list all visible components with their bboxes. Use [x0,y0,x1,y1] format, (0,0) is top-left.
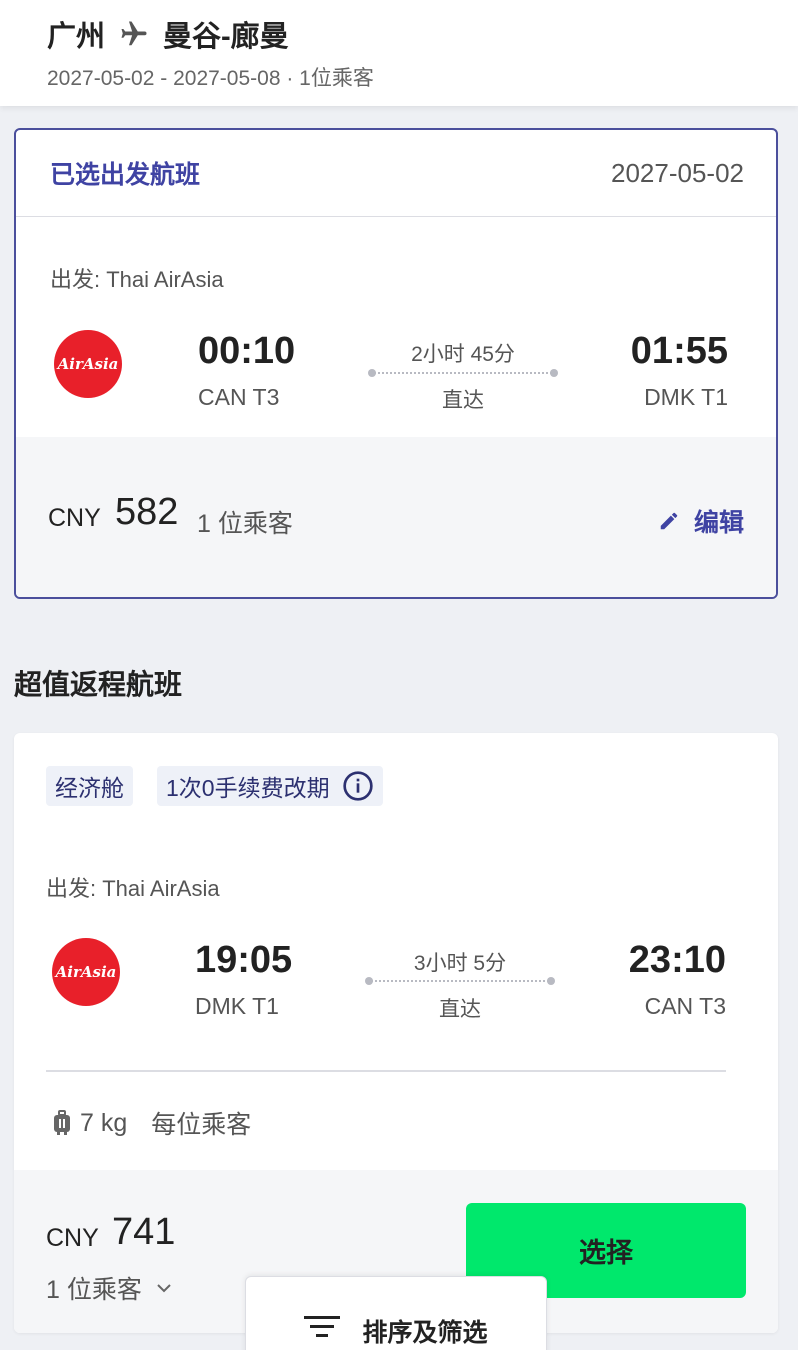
route-dot-end [547,977,555,985]
stops-label: 直达 [439,998,481,1021]
arrive-terminal: CAN T3 [644,993,726,1019]
carrier-label: 出发: Thai AirAsia [46,876,220,901]
depart-terminal: CAN T3 [198,384,280,410]
airasia-logo: AirAsia [52,938,120,1006]
selected-departure-card: 已选出发航班 2027-05-02 出发: Thai AirAsia AirAs… [14,128,778,599]
baggage-note: 每位乘客 [151,1111,252,1139]
sort-filter-label: 排序及筛选 [362,1319,488,1347]
arrive-time: 01:55 [630,330,728,372]
route-line [374,372,556,374]
section-title: 超值返程航班 [14,669,183,700]
price-amount: 582 [115,491,179,533]
page-header: 广州 曼谷-廊曼 2027-05-02 - 2027-05-08 · 1位乘客 [0,0,798,106]
airasia-logo: AirAsia [54,330,122,398]
edit-button[interactable]: 编辑 [658,503,744,539]
change-policy-tag[interactable]: 1次0手续费改期 [157,766,383,806]
trip-summary: 2027-05-02 - 2027-05-08 · 1位乘客 [47,67,374,90]
cabin-tag: 经济舱 [46,766,133,806]
stops-label: 直达 [442,389,484,412]
arrive-terminal: DMK T1 [644,384,728,410]
currency-label: CNY [46,1224,99,1252]
route-line [371,980,553,982]
pencil-icon [660,512,678,530]
airplane-icon [121,21,147,46]
flight-duration: 3小时 5分 [413,952,507,975]
destination-city: 曼谷-廊曼 [163,21,289,53]
selected-card-header: 已选出发航班 2027-05-02 [16,130,776,217]
depart-time: 00:10 [198,330,296,372]
currency-label: CNY [48,504,101,532]
selected-card-title: 已选出发航班 [50,161,201,189]
luggage-icon [54,1110,70,1135]
origin-city: 广州 [47,21,106,53]
passenger-selector[interactable]: 1 位乘客 [46,1270,172,1306]
depart-time: 19:05 [195,939,293,981]
edit-label: 编辑 [693,509,744,537]
route-title: 广州 曼谷-廊曼 [47,16,798,53]
selected-price-area: CNY 582 1 位乘客 编辑 [16,437,776,597]
filter-icon [304,1316,341,1337]
baggage-weight: 7 kg [80,1108,128,1137]
info-icon[interactable] [342,770,374,802]
price-amount: 741 [112,1211,176,1253]
selected-card-date: 2027-05-02 [611,157,744,188]
change-policy-label: 1次0手续费改期 [166,775,330,801]
route-dot-end [550,369,558,377]
return-flight-card[interactable]: 经济舱 1次0手续费改期 出发: Thai AirAsia AirAsia 19… [14,733,778,1333]
divider [46,1070,726,1072]
sort-filter-button[interactable]: 排序及筛选 [245,1276,547,1350]
carrier-label: 出发: Thai AirAsia [50,267,224,292]
depart-terminal: DMK T1 [195,993,279,1019]
passenger-count: 1 位乘客 [197,510,293,538]
arrive-time: 23:10 [628,939,726,981]
flight-duration: 2小时 45分 [411,343,515,366]
passenger-count: 1 位乘客 [46,1276,142,1304]
baggage-info: 7 kg 每位乘客 [52,1105,251,1141]
cabin-tag-label: 经济舱 [55,775,124,801]
chevron-down-icon [157,1284,171,1293]
